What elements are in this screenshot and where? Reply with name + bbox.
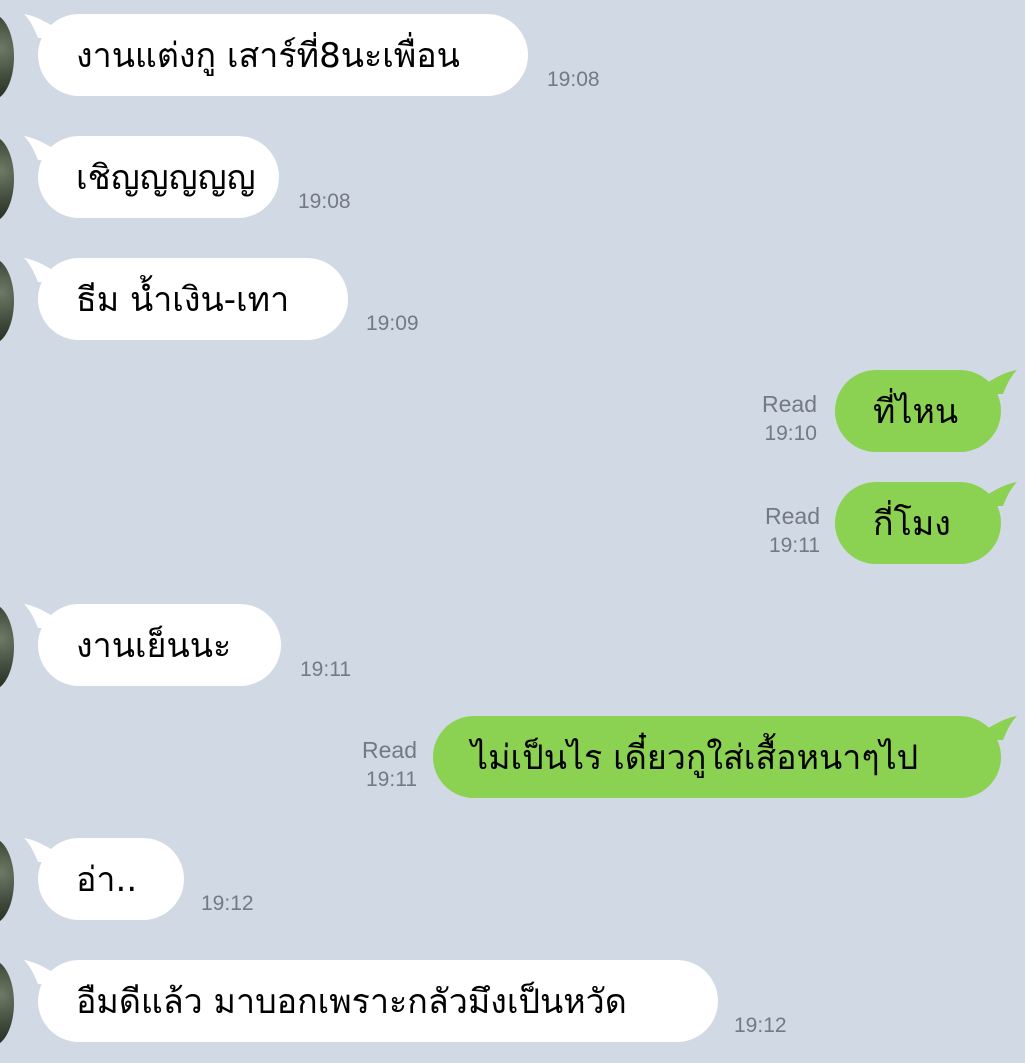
- message-bubble[interactable]: อืมดีแล้ว มาบอกเพราะกลัวมึงเป็นหวัด: [38, 960, 718, 1042]
- sender-avatar[interactable]: [0, 838, 14, 924]
- message-text: อืมดีแล้ว มาบอกเพราะกลัวมึงเป็นหวัด: [76, 982, 627, 1022]
- message-text: อ่า..: [76, 860, 138, 900]
- message-row: อ่า.. 19:12: [0, 838, 1025, 924]
- message-bubble[interactable]: ธีม น้ำเงิน-เทา: [38, 258, 348, 340]
- message-meta: Read 19:10: [762, 390, 817, 448]
- message-row: Read 19:10 ที่ไหน: [0, 370, 1025, 456]
- sender-avatar[interactable]: [0, 960, 14, 1046]
- message-row: อืมดีแล้ว มาบอกเพราะกลัวมึงเป็นหวัด 19:1…: [0, 960, 1025, 1046]
- message-time: 19:12: [201, 892, 254, 915]
- message-time: 19:08: [547, 68, 600, 91]
- bubble-tail: [985, 716, 1017, 740]
- sender-avatar[interactable]: [0, 136, 14, 222]
- message-time: 19:08: [298, 190, 351, 213]
- sender-avatar[interactable]: [0, 604, 14, 690]
- message-text: เชิญญญญญ: [76, 158, 256, 198]
- message-time: 19:10: [764, 422, 817, 445]
- sender-avatar[interactable]: [0, 14, 14, 100]
- read-status: Read: [362, 737, 417, 763]
- message-bubble[interactable]: ไม่เป็นไร เดี๋ยวกูใส่เสื้อหนาๆไป: [433, 716, 1001, 798]
- bubble-tail: [985, 482, 1017, 506]
- message-text: ไม่เป็นไร เดี๋ยวกูใส่เสื้อหนาๆไป: [471, 738, 919, 778]
- message-bubble[interactable]: กี่โมง: [835, 482, 1001, 564]
- message-time: 19:11: [769, 534, 820, 557]
- message-bubble[interactable]: เชิญญญญญ: [38, 136, 279, 218]
- message-row: งานเย็นนะ 19:11: [0, 604, 1025, 690]
- message-row: เชิญญญญญ 19:08: [0, 136, 1025, 222]
- message-meta: Read 19:11: [765, 502, 820, 560]
- message-time: 19:09: [366, 312, 419, 335]
- message-bubble[interactable]: งานแต่งกู เสาร์ที่8นะเพื่อน: [38, 14, 528, 96]
- message-row: Read 19:11 ไม่เป็นไร เดี๋ยวกูใส่เสื้อหนา…: [0, 716, 1025, 802]
- message-row: งานแต่งกู เสาร์ที่8นะเพื่อน 19:08: [0, 14, 1025, 100]
- bubble-tail: [985, 370, 1017, 394]
- message-time: 19:12: [734, 1014, 787, 1037]
- message-text: งานเย็นนะ: [76, 626, 232, 666]
- message-row: ธีม น้ำเงิน-เทา 19:09: [0, 258, 1025, 344]
- message-text: ธีม น้ำเงิน-เทา: [76, 280, 290, 320]
- message-meta: Read 19:11: [362, 736, 417, 794]
- sender-avatar[interactable]: [0, 258, 14, 344]
- message-bubble[interactable]: งานเย็นนะ: [38, 604, 281, 686]
- message-text: ที่ไหน: [873, 392, 959, 432]
- message-time: 19:11: [300, 658, 351, 681]
- message-bubble[interactable]: ที่ไหน: [835, 370, 1001, 452]
- message-bubble[interactable]: อ่า..: [38, 838, 184, 920]
- message-text: กี่โมง: [873, 504, 951, 544]
- message-text: งานแต่งกู เสาร์ที่8นะเพื่อน: [76, 36, 460, 76]
- read-status: Read: [762, 391, 817, 417]
- read-status: Read: [765, 503, 820, 529]
- message-row: Read 19:11 กี่โมง: [0, 482, 1025, 568]
- message-time: 19:11: [366, 768, 417, 791]
